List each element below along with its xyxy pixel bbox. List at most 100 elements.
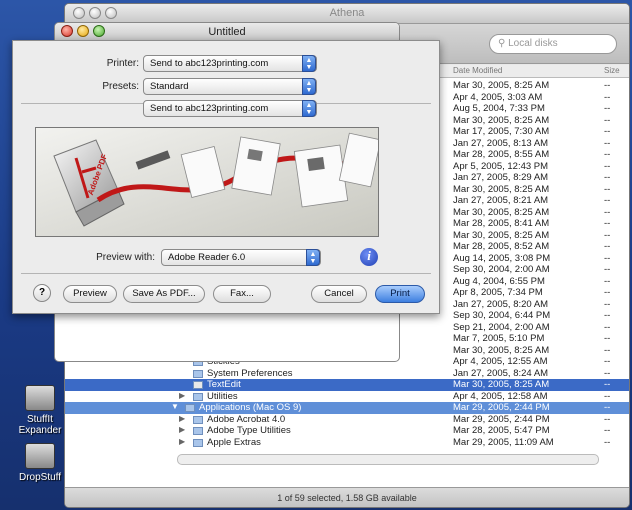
preview-with-popup[interactable]: Adobe Reader 6.0 ▲ ▼ [161, 249, 321, 266]
row-date: Apr 4, 2005, 12:58 AM [453, 390, 548, 402]
row-date: Mar 29, 2005, 2:44 PM [453, 402, 550, 413]
row-date: Mar 30, 2005, 8:25 AM [453, 80, 550, 91]
row-size: -- [604, 298, 611, 310]
table-row[interactable]: ▶ Adobe Type Utilities Mar 28, 2005, 5:47 … [65, 425, 629, 437]
preview-with-value: Adobe Reader 6.0 [168, 252, 246, 263]
table-row[interactable]: ▶ Apple Extras Mar 29, 2005, 11:09 AM -- [65, 437, 629, 449]
row-date: Jan 27, 2005, 8:20 AM [453, 298, 549, 310]
horizontal-scrollbar[interactable] [177, 454, 599, 465]
pdf-service-banner: Adobe PDF [35, 127, 379, 237]
table-row[interactable]: TextEdit Mar 30, 2005, 8:25 AM -- [65, 379, 629, 391]
info-icon[interactable]: i [360, 248, 378, 266]
folder-icon [193, 438, 203, 447]
row-size: -- [604, 367, 611, 379]
row-name: Adobe Type Utilities [207, 425, 291, 436]
row-date: Mar 30, 2005, 8:25 AM [453, 379, 550, 390]
app-icon [193, 369, 203, 378]
row-size: -- [604, 80, 611, 91]
fax-button[interactable]: Fax... [213, 285, 271, 303]
row-size: -- [604, 321, 611, 333]
document-title: Untitled [208, 26, 246, 38]
row-date: Mar 28, 2005, 8:41 AM [453, 218, 550, 229]
row-date: Mar 28, 2005, 8:55 AM [453, 149, 550, 160]
popup-arrows-icon: ▲ ▼ [302, 78, 316, 95]
row-date: Mar 7, 2005, 5:10 PM [453, 333, 545, 344]
table-row[interactable]: ▶ Adobe Acrobat 4.0 Mar 29, 2005, 2:44 PM -… [65, 414, 629, 426]
preview-with-label: Preview with: [96, 252, 155, 263]
column-header-size[interactable]: Size [604, 66, 620, 75]
row-size: -- [604, 436, 611, 448]
disclosure-closed-icon[interactable]: ▶ [179, 414, 185, 423]
row-size: -- [604, 252, 611, 264]
row-date: Mar 30, 2005, 8:25 AM [453, 183, 550, 195]
row-date: Aug 4, 2004, 6:55 PM [453, 275, 545, 287]
row-size: -- [604, 264, 611, 275]
finder-title: Athena [329, 7, 365, 19]
row-name: Adobe Acrobat 4.0 [207, 413, 286, 425]
row-size: -- [604, 310, 611, 321]
print-button[interactable]: Print [375, 285, 425, 303]
row-name: System Preferences [207, 367, 293, 379]
app-icon [193, 381, 203, 389]
popup-arrows-icon: ▲ ▼ [302, 55, 316, 72]
row-date: Mar 17, 2005, 7:30 AM [453, 126, 550, 137]
search-placeholder: Local disks [508, 38, 558, 49]
row-size: -- [604, 275, 611, 287]
row-size: -- [604, 114, 611, 126]
presets-label: Presets: [102, 81, 139, 92]
row-size: -- [604, 229, 611, 241]
popup-arrows-icon: ▲ ▼ [302, 100, 316, 117]
presets-popup[interactable]: Standard ▲ ▼ [143, 78, 317, 95]
row-size: -- [604, 344, 611, 356]
row-date: Apr 8, 2005, 7:34 PM [453, 287, 543, 298]
column-header-date[interactable]: Date Modified [453, 66, 502, 75]
save-as-pdf-button[interactable]: Save As PDF... [123, 285, 205, 303]
row-name: Apple Extras [207, 436, 261, 448]
status-bar: 1 of 59 selected, 1.58 GB available [65, 487, 629, 507]
row-size: -- [604, 241, 611, 252]
row-size: -- [604, 287, 611, 298]
row-date: Apr 5, 2005, 12:43 PM [453, 160, 549, 172]
row-name: TextEdit [207, 379, 241, 390]
row-size: -- [604, 103, 611, 114]
disclosure-closed-icon[interactable]: ▶ [179, 425, 185, 434]
print-dialog: Printer: Send to abc123printing.com ▲ ▼ P… [12, 40, 440, 314]
cancel-button[interactable]: Cancel [311, 285, 367, 303]
row-date: Apr 4, 2005, 12:55 AM [453, 356, 548, 367]
printer-popup[interactable]: Send to abc123printing.com ▲ ▼ [143, 55, 317, 72]
disclosure-closed-icon[interactable]: ▶ [179, 391, 185, 400]
row-size: -- [604, 402, 611, 413]
table-row[interactable]: System Preferences Jan 27, 2005, 8:24 AM -… [65, 368, 629, 380]
row-date: Mar 28, 2005, 5:47 PM [453, 425, 550, 436]
desktop-icon-stuffit[interactable]: StuffIt Expander [8, 385, 72, 436]
row-size: -- [604, 218, 611, 229]
pane-popup[interactable]: Send to abc123printing.com ▲ ▼ [143, 100, 317, 117]
row-name: Applications (Mac OS 9) [199, 402, 302, 413]
disclosure-closed-icon[interactable]: ▶ [179, 437, 185, 446]
pane-value: Send to abc123printing.com [150, 103, 269, 114]
folder-icon [193, 427, 203, 435]
divider [21, 273, 431, 274]
row-size: -- [604, 425, 611, 436]
row-size: -- [604, 206, 611, 218]
preview-button[interactable]: Preview [63, 285, 117, 303]
row-size: -- [604, 333, 611, 344]
disclosure-open-icon[interactable]: ▼ [171, 402, 179, 411]
desktop-icon-dropstuff[interactable]: DropStuff [8, 443, 72, 483]
table-row[interactable]: ▼ Applications (Mac OS 9) Mar 29, 2005, 2:… [65, 402, 629, 414]
table-row[interactable]: ▶ Utilities Apr 4, 2005, 12:58 AM -- [65, 391, 629, 403]
search-icon: ⚲ [498, 38, 509, 49]
document-titlebar[interactable]: Untitled [55, 23, 399, 41]
row-date: Aug 5, 2004, 7:33 PM [453, 103, 545, 114]
help-button[interactable]: ? [33, 284, 51, 302]
search-input[interactable]: ⚲ Local disks [489, 34, 617, 54]
row-size: -- [604, 356, 611, 367]
row-size: -- [604, 172, 611, 183]
row-date: Mar 30, 2005, 8:25 AM [453, 114, 550, 126]
row-date: Jan 27, 2005, 8:24 AM [453, 367, 549, 379]
finder-titlebar[interactable]: Athena [65, 4, 629, 24]
banner-illustration [36, 128, 378, 236]
row-size: -- [604, 379, 611, 390]
row-date: Mar 28, 2005, 8:52 AM [453, 241, 550, 252]
folder-icon [193, 415, 203, 424]
